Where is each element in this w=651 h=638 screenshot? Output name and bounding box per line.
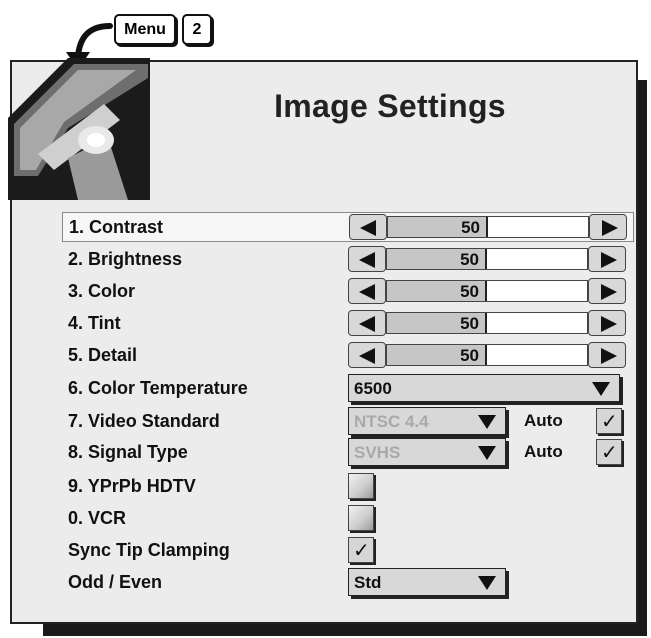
odd-even-select[interactable]: Std [348, 568, 506, 596]
slider-track[interactable]: 50 [386, 344, 588, 366]
increase-button[interactable] [588, 246, 626, 272]
slider-fill: 50 [387, 313, 487, 333]
setting-label: 6. Color Temperature [68, 378, 248, 398]
setting-label: 4. Tint [68, 313, 121, 333]
decrease-button[interactable] [348, 310, 386, 336]
setting-label: 5. Detail [68, 345, 138, 365]
yprpb-hdtv-checkbox[interactable] [348, 473, 374, 499]
setting-row-sync-tip-clamping[interactable]: Sync Tip Clamping ✓ [62, 536, 632, 564]
color-slider[interactable]: 50 [348, 278, 626, 304]
setting-label: 1. Contrast [69, 217, 164, 237]
chevron-down-icon [478, 415, 496, 429]
setting-row-brightness[interactable]: 2. Brightness 50 [62, 245, 632, 273]
checkmark-icon: ✓ [601, 442, 618, 464]
setting-label: 2. Brightness [68, 249, 183, 269]
setting-label: 0. VCR [68, 508, 127, 528]
menu-hint: Menu 2 [62, 12, 282, 70]
setting-row-yprpb-hdtv[interactable]: 9. YPrPb HDTV [62, 472, 632, 500]
increase-button[interactable] [589, 214, 627, 240]
setting-row-contrast[interactable]: 1. Contrast 50 [62, 212, 634, 242]
decrease-button[interactable] [348, 246, 386, 272]
signal-type-auto-checkbox[interactable]: ✓ [596, 439, 622, 465]
setting-row-detail[interactable]: 5. Detail 50 [62, 341, 632, 369]
right-arrow-icon [601, 348, 617, 364]
slider-fill: 50 [387, 281, 487, 301]
video-standard-select[interactable]: NTSC 4.4 [348, 407, 506, 435]
color-temperature-select[interactable]: 6500 [348, 374, 620, 402]
setting-row-tint[interactable]: 4. Tint 50 [62, 309, 632, 337]
sync-tip-clamping-checkbox[interactable]: ✓ [348, 537, 374, 563]
left-arrow-icon [359, 316, 375, 332]
chevron-down-icon [478, 576, 496, 590]
checkmark-icon: ✓ [601, 411, 618, 433]
slider-fill: 50 [387, 249, 487, 269]
setting-row-signal-type[interactable]: 8. Signal Type SVHS Auto ✓ [62, 438, 632, 466]
setting-row-color-temperature[interactable]: 6. Color Temperature 6500 [62, 374, 632, 402]
left-arrow-icon [359, 348, 375, 364]
setting-label: 7. Video Standard [68, 411, 220, 431]
setting-row-color[interactable]: 3. Color 50 [62, 277, 632, 305]
slider-value: 50 [460, 250, 479, 269]
select-value: 6500 [354, 379, 392, 398]
setting-row-odd-even[interactable]: Odd / Even Std [62, 568, 632, 596]
decrease-button[interactable] [348, 278, 386, 304]
checkmark-icon: ✓ [353, 540, 370, 562]
increase-button[interactable] [588, 278, 626, 304]
signal-type-select[interactable]: SVHS [348, 438, 506, 466]
select-value: Std [354, 573, 382, 592]
auto-label: Auto [524, 411, 563, 430]
contrast-slider[interactable]: 50 [349, 214, 627, 240]
slider-value: 50 [460, 346, 479, 365]
right-arrow-icon [601, 252, 617, 268]
brightness-slider[interactable]: 50 [348, 246, 626, 272]
select-value: NTSC 4.4 [354, 412, 429, 431]
projector-icon [8, 58, 150, 200]
increase-button[interactable] [588, 310, 626, 336]
right-arrow-icon [601, 316, 617, 332]
slider-fill: 50 [387, 345, 487, 365]
setting-label: Sync Tip Clamping [68, 540, 230, 560]
slider-fill: 50 [388, 217, 488, 237]
menu-number-key: 2 [182, 14, 212, 45]
slider-value: 50 [461, 218, 480, 237]
tint-slider[interactable]: 50 [348, 310, 626, 336]
setting-row-vcr[interactable]: 0. VCR [62, 504, 632, 532]
page-title: Image Settings [274, 88, 506, 124]
slider-track[interactable]: 50 [386, 248, 588, 270]
left-arrow-icon [360, 220, 376, 236]
decrease-button[interactable] [348, 342, 386, 368]
right-arrow-icon [601, 284, 617, 300]
menu-key: Menu [114, 14, 176, 45]
setting-row-video-standard[interactable]: 7. Video Standard NTSC 4.4 Auto ✓ [62, 407, 632, 435]
slider-track[interactable]: 50 [387, 216, 589, 238]
select-value: SVHS [354, 443, 401, 462]
chevron-down-icon [478, 446, 496, 460]
left-arrow-icon [359, 252, 375, 268]
slider-track[interactable]: 50 [386, 280, 588, 302]
slider-value: 50 [460, 314, 479, 333]
auto-label: Auto [524, 442, 563, 461]
chevron-down-icon [592, 382, 610, 396]
detail-slider[interactable]: 50 [348, 342, 626, 368]
slider-track[interactable]: 50 [386, 312, 588, 334]
setting-label: 8. Signal Type [68, 442, 188, 462]
setting-label: Odd / Even [68, 572, 163, 592]
right-arrow-icon [602, 220, 618, 236]
slider-value: 50 [460, 282, 479, 301]
setting-label: 3. Color [68, 281, 136, 301]
vcr-checkbox[interactable] [348, 505, 374, 531]
left-arrow-icon [359, 284, 375, 300]
video-standard-auto-checkbox[interactable]: ✓ [596, 408, 622, 434]
decrease-button[interactable] [349, 214, 387, 240]
setting-label: 9. YPrPb HDTV [68, 476, 196, 496]
increase-button[interactable] [588, 342, 626, 368]
